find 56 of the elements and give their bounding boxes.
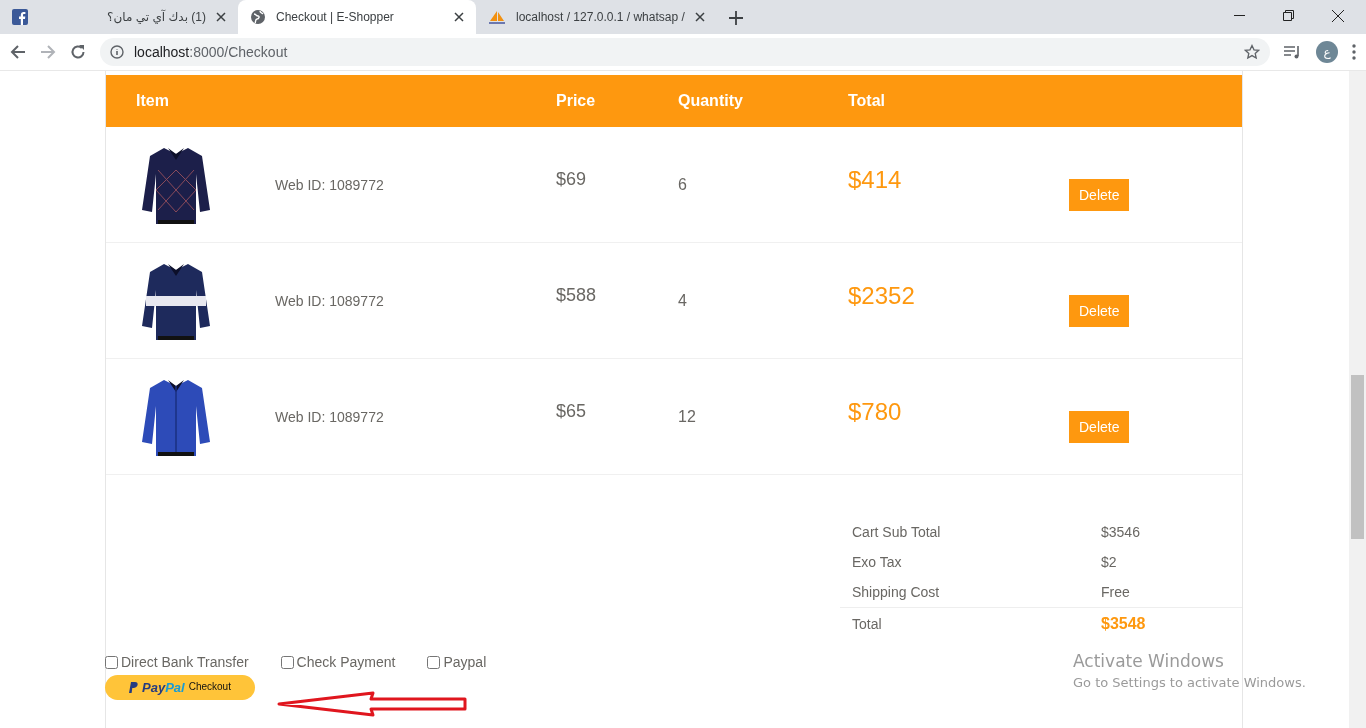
- payment-option-label: Direct Bank Transfer: [121, 654, 249, 670]
- summary-label: Total: [852, 615, 883, 633]
- address-bar[interactable]: localhost:8000/Checkout: [100, 38, 1270, 66]
- new-tab-icon[interactable]: [728, 11, 743, 25]
- summary-label: Cart Sub Total: [852, 523, 942, 541]
- product-id: Web ID: 1089772: [275, 292, 385, 309]
- close-icon[interactable]: [694, 12, 705, 22]
- scrollbar[interactable]: [1349, 71, 1366, 728]
- sailboat-icon: [488, 9, 506, 25]
- facebook-icon: [12, 9, 28, 25]
- globe-icon: [250, 9, 266, 25]
- line-total: $414: [848, 165, 903, 194]
- summary-value: $3548: [1101, 615, 1147, 633]
- product-quantity: 4: [678, 291, 688, 310]
- summary-value: Free: [1101, 583, 1131, 601]
- paypal-icon: [129, 682, 139, 693]
- close-icon[interactable]: [454, 12, 464, 22]
- playlist-icon[interactable]: [1284, 45, 1302, 59]
- product-id: Web ID: 1089772: [275, 176, 385, 193]
- url-text: localhost:8000/Checkout: [134, 44, 289, 60]
- product-price: $588: [556, 285, 598, 306]
- back-icon[interactable]: [10, 44, 26, 60]
- summary-label: Shipping Cost: [852, 583, 941, 601]
- line-total: $2352: [848, 281, 916, 310]
- menu-icon[interactable]: [1352, 44, 1356, 60]
- restore-icon[interactable]: [1283, 10, 1294, 21]
- browser-tab[interactable]: localhost / 127.0.0.1 / whatsap /: [476, 0, 717, 34]
- activation-title: Activate Windows: [1073, 651, 1225, 671]
- payment-checkbox[interactable]: [105, 655, 118, 669]
- product-id: Web ID: 1089772: [275, 408, 385, 425]
- column-header: Price: [556, 92, 597, 110]
- summary-value: $3546: [1101, 523, 1141, 541]
- column-header: Total: [848, 92, 887, 110]
- close-icon[interactable]: [1332, 10, 1344, 22]
- info-icon: [110, 45, 124, 59]
- product-quantity: 12: [678, 407, 697, 426]
- line-total: $780: [848, 397, 903, 426]
- product-price: $65: [556, 401, 588, 422]
- browser-tab[interactable]: (1) بدك آي تي مان؟: [0, 0, 238, 34]
- browser-tab[interactable]: Checkout | E-Shopper: [238, 0, 476, 34]
- product-quantity: 6: [678, 175, 688, 194]
- summary-label: Exo Tax: [852, 553, 903, 571]
- reload-icon[interactable]: [70, 44, 86, 60]
- column-header: Quantity: [678, 92, 744, 110]
- product-price: $69: [556, 169, 588, 190]
- summary-value: $2: [1101, 553, 1118, 571]
- profile-avatar[interactable]: ع: [1316, 41, 1338, 63]
- close-icon[interactable]: [216, 12, 226, 22]
- payment-checkbox[interactable]: [280, 655, 294, 669]
- paypal-checkout-button[interactable]: PayPal Checkout: [105, 675, 255, 700]
- star-icon[interactable]: [1244, 44, 1260, 60]
- activation-message: Go to Settings to activate Windows.: [1073, 675, 1306, 690]
- payment-option-label: Check Payment: [296, 654, 396, 670]
- payment-checkbox[interactable]: [427, 655, 441, 669]
- payment-option-label: Paypal: [443, 654, 487, 670]
- column-header: Item: [135, 92, 170, 110]
